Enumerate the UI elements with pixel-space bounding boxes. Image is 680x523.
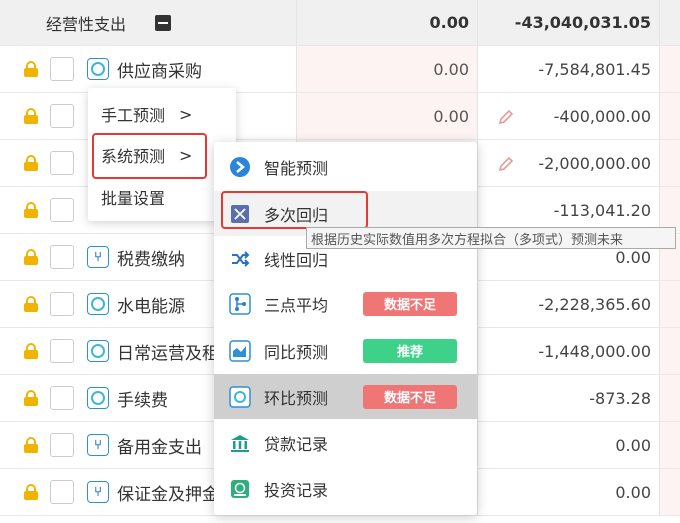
- header-title: 经营性支出: [46, 14, 127, 34]
- unlock-icon[interactable]: [24, 155, 40, 171]
- row-checkbox[interactable]: [50, 151, 74, 175]
- unlock-icon[interactable]: [24, 296, 40, 312]
- row-value-1[interactable]: 0.00: [297, 93, 478, 139]
- submenu-item-smart-forecast[interactable]: 智能预测: [214, 144, 477, 189]
- branch-icon: [229, 292, 251, 315]
- highlight-box-multiple-regression: [221, 191, 368, 229]
- row-value-2[interactable]: -1,448,000.00: [478, 328, 660, 374]
- row-checkbox[interactable]: [50, 433, 74, 457]
- shuffle-icon: [229, 248, 251, 270]
- unlock-icon[interactable]: [24, 202, 40, 218]
- ring-icon: [87, 340, 109, 362]
- unlock-icon[interactable]: [24, 437, 40, 453]
- row-value-2[interactable]: -873.28: [478, 375, 660, 421]
- ring-icon: [87, 293, 109, 315]
- header-value-1: 0.00: [297, 0, 478, 45]
- row-name: 保证金及押金: [117, 484, 219, 505]
- row-checkbox[interactable]: [50, 198, 74, 222]
- row-name: 水电能源: [117, 296, 185, 317]
- submenu-item-mom-forecast[interactable]: 环比预测 数据不足: [214, 374, 477, 419]
- area-chart-icon: [229, 339, 251, 362]
- submenu-item-three-point-average[interactable]: 三点平均 数据不足: [214, 281, 477, 326]
- header-name-cell: 经营性支出: [0, 0, 297, 45]
- collapse-icon[interactable]: [155, 15, 171, 31]
- row-checkbox[interactable]: [50, 480, 74, 504]
- row-checkbox[interactable]: [50, 104, 74, 128]
- table-row[interactable]: 供应商采购 0.00 -7,584,801.45: [0, 46, 680, 93]
- branch-icon: ⑂: [87, 481, 109, 503]
- ring-icon: [87, 387, 109, 409]
- row-checkbox[interactable]: [50, 386, 74, 410]
- unlock-icon[interactable]: [24, 61, 40, 77]
- recommend-badge: 推荐: [363, 338, 457, 363]
- insufficient-data-badge: 数据不足: [363, 291, 457, 316]
- row-checkbox[interactable]: [50, 339, 74, 363]
- unlock-icon[interactable]: [24, 343, 40, 359]
- branch-icon: ⑂: [87, 246, 109, 268]
- edit-pencil-icon[interactable]: [497, 108, 515, 126]
- submenu-item-investment-records[interactable]: 投资记录: [214, 466, 477, 511]
- edit-pencil-icon[interactable]: [497, 155, 515, 173]
- header-row: 经营性支出 0.00 -43,040,031.05: [0, 0, 680, 46]
- branch-icon: ⑂: [87, 434, 109, 456]
- header-value-2: -43,040,031.05: [478, 0, 660, 45]
- row-value-2[interactable]: 0.00: [478, 469, 660, 515]
- submenu-item-loan-records[interactable]: 贷款记录: [214, 420, 477, 465]
- row-name: 税费缴纳: [117, 249, 185, 270]
- row-name: 备用金支出: [117, 437, 202, 458]
- row-value-1[interactable]: 0.00: [297, 46, 478, 92]
- row-name: 供应商采购: [117, 61, 202, 82]
- row-value-2[interactable]: -7,584,801.45: [478, 46, 660, 92]
- row-name: 日常运营及租: [117, 343, 219, 364]
- submenu-item-yoy-forecast[interactable]: 同比预测 推荐: [214, 328, 477, 373]
- bank-icon: [229, 432, 251, 454]
- unlock-icon[interactable]: [24, 484, 40, 500]
- insufficient-data-badge: 数据不足: [363, 384, 457, 409]
- tooltip: 根据历史实际数值用多次方程拟合（多项式）预测未来: [306, 227, 676, 249]
- menu-item-manual-forecast[interactable]: 手工预测 >: [88, 92, 236, 136]
- unlock-icon[interactable]: [24, 390, 40, 406]
- chevron-right-icon: >: [179, 104, 193, 124]
- highlight-box-system-forecast: [92, 133, 207, 179]
- money-icon: [229, 478, 251, 500]
- smart-forecast-icon: [229, 156, 251, 178]
- unlock-icon[interactable]: [24, 249, 40, 265]
- row-value-2[interactable]: -2,228,365.60: [478, 281, 660, 327]
- row-checkbox[interactable]: [50, 245, 74, 269]
- row-checkbox[interactable]: [50, 57, 74, 81]
- row-checkbox[interactable]: [50, 292, 74, 316]
- unlock-icon[interactable]: [24, 108, 40, 124]
- ring-icon: [87, 58, 109, 80]
- ring-icon: [229, 385, 251, 408]
- row-value-2[interactable]: 0.00: [478, 422, 660, 468]
- row-name: 手续费: [117, 390, 168, 411]
